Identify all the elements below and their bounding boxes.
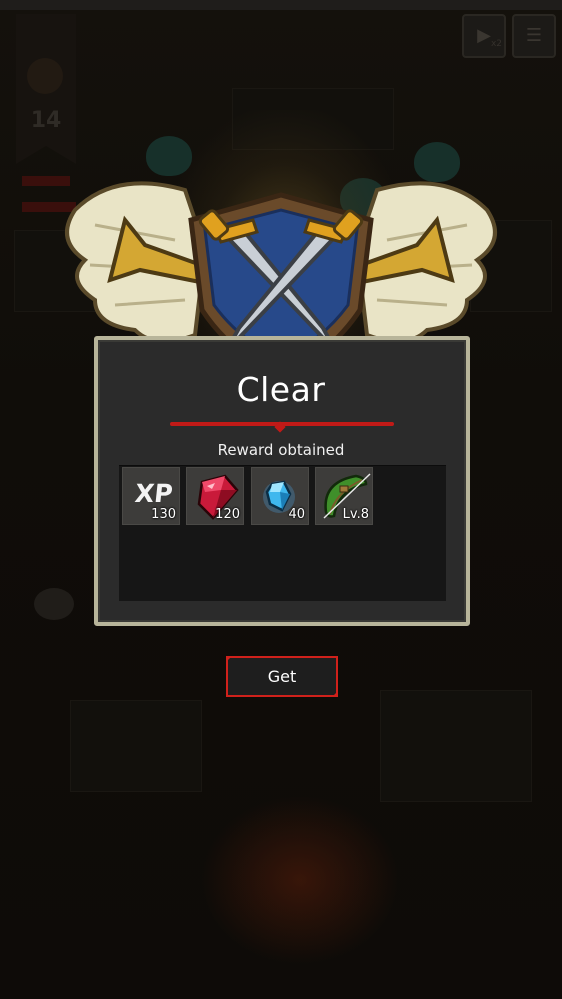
reward-count: Lv.8 — [342, 507, 369, 522]
reward-label: Reward obtained — [217, 441, 345, 459]
bg-ghost — [34, 588, 74, 620]
reward-count: 40 — [288, 507, 305, 522]
xp-icon: XP — [133, 479, 175, 508]
menu-button[interactable]: ☰ — [512, 14, 556, 58]
reward-slot-bow[interactable]: Lv.8 — [315, 467, 373, 525]
reward-count: 130 — [151, 507, 176, 522]
top-bar — [0, 0, 562, 10]
reward-slot-red-gem[interactable]: 120 — [186, 467, 244, 525]
speed-label: x2 — [490, 39, 502, 49]
reward-slot-xp[interactable]: XP 130 — [122, 467, 180, 525]
skull-icon — [27, 58, 63, 94]
result-title: Clear — [236, 370, 326, 409]
floor-number: 14 — [30, 108, 62, 133]
get-button[interactable]: Get — [226, 656, 338, 697]
reward-slot-blue-gem[interactable]: 40 — [251, 467, 309, 525]
reward-count: 120 — [215, 507, 240, 522]
bg-tile — [70, 700, 202, 792]
bg-tile — [380, 690, 532, 802]
fast-forward-icon: ▶ — [477, 25, 491, 46]
fast-forward-button[interactable]: ▶ x2 — [462, 14, 506, 58]
menu-icon: ☰ — [525, 25, 543, 46]
